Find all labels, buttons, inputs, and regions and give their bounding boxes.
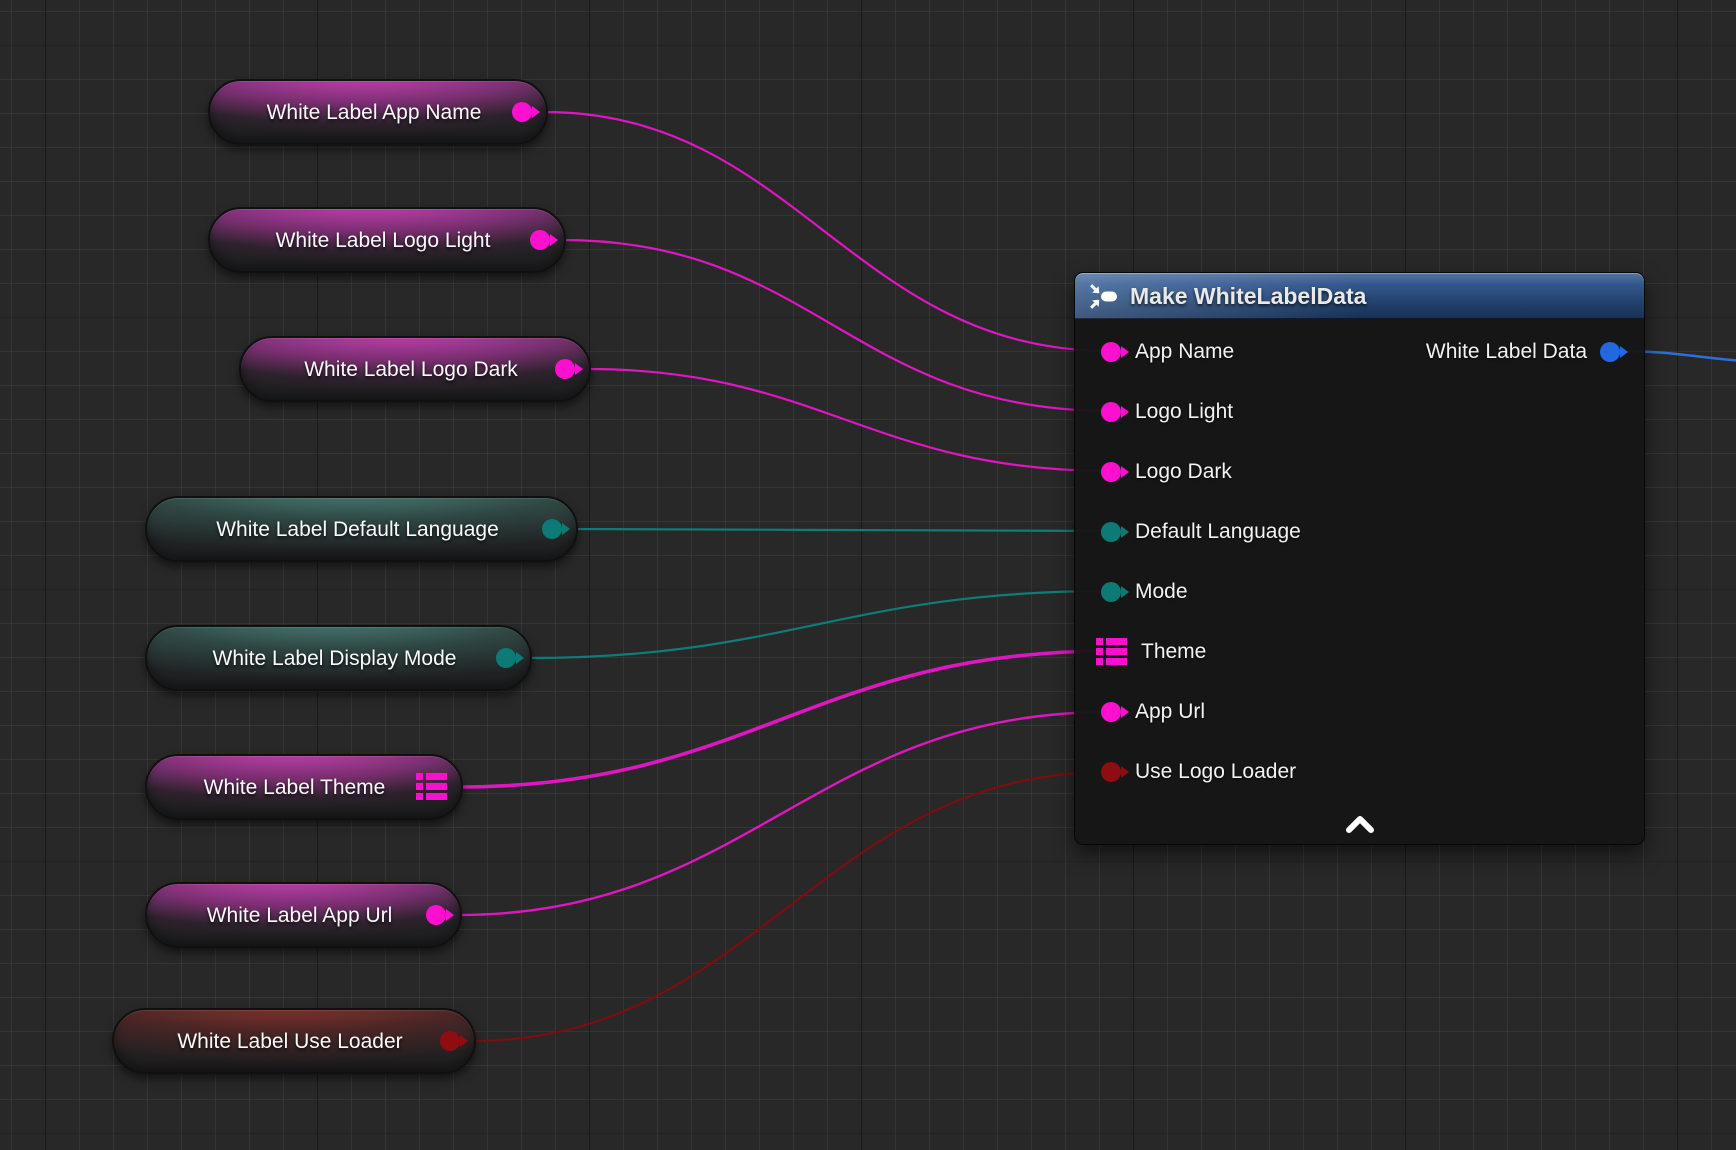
output-pin[interactable] xyxy=(512,102,532,122)
variable-node-default-language[interactable]: White Label Default Language xyxy=(145,496,578,562)
pin-label: White Label Data xyxy=(1426,340,1587,364)
pin-label: Use Logo Loader xyxy=(1135,760,1296,784)
make-whitelabeldata-node[interactable]: Make WhiteLabelData App Name Logo Light … xyxy=(1074,272,1645,845)
wire-use-loader[interactable] xyxy=(472,772,1110,1041)
input-pin[interactable] xyxy=(1101,462,1121,482)
pin-row-app-url: App Url xyxy=(1075,682,1644,742)
make-struct-icon xyxy=(1088,283,1119,310)
pin-label: Default Language xyxy=(1135,520,1301,544)
node-label: White Label Default Language xyxy=(173,519,542,540)
wire-app-url[interactable] xyxy=(458,712,1110,915)
node-label: White Label App Url xyxy=(173,905,426,926)
variable-node-display-mode[interactable]: White Label Display Mode xyxy=(145,625,532,691)
struct-grid-icon[interactable] xyxy=(416,773,447,801)
output-pin[interactable] xyxy=(530,230,550,250)
variable-node-app-url[interactable]: White Label App Url xyxy=(145,882,462,948)
variable-node-logo-light[interactable]: White Label Logo Light xyxy=(208,207,566,273)
wire-logo-dark[interactable] xyxy=(587,369,1110,471)
pin-label: App Url xyxy=(1135,700,1205,724)
variable-node-use-loader[interactable]: White Label Use Loader xyxy=(112,1008,476,1074)
wire-logo-light[interactable] xyxy=(562,240,1110,411)
input-pin[interactable] xyxy=(1101,522,1121,542)
graph-canvas[interactable]: White Label App Name White Label Logo Li… xyxy=(0,0,1736,1150)
node-label: White Label Theme xyxy=(173,777,416,798)
pin-row-use-logo-loader: Use Logo Loader xyxy=(1075,742,1644,802)
variable-node-theme[interactable]: White Label Theme xyxy=(145,754,463,820)
variable-node-app-name[interactable]: White Label App Name xyxy=(208,79,548,145)
node-title: Make WhiteLabelData xyxy=(1130,283,1366,310)
node-label: White Label Use Loader xyxy=(140,1031,440,1052)
node-header[interactable]: Make WhiteLabelData xyxy=(1075,273,1644,319)
variable-node-logo-dark[interactable]: White Label Logo Dark xyxy=(239,336,591,402)
input-pin[interactable] xyxy=(1101,762,1121,782)
pin-row-white-label-data: White Label Data xyxy=(1426,322,1620,382)
pin-row-default-language: Default Language xyxy=(1075,502,1644,562)
pin-row-mode: Mode xyxy=(1075,562,1644,622)
output-pin[interactable] xyxy=(555,359,575,379)
pin-label: Logo Light xyxy=(1135,400,1233,424)
pin-label: Mode xyxy=(1135,580,1188,604)
output-pin[interactable] xyxy=(496,648,516,668)
wire-app-name[interactable] xyxy=(544,112,1110,351)
output-pin[interactable] xyxy=(426,905,446,925)
input-pin[interactable] xyxy=(1101,342,1121,362)
node-label: White Label Logo Dark xyxy=(267,359,555,380)
pin-label: Logo Dark xyxy=(1135,460,1232,484)
pin-rows: App Name Logo Light Logo Dark Default La… xyxy=(1075,319,1644,802)
pin-row-logo-dark: Logo Dark xyxy=(1075,442,1644,502)
node-label: White Label Logo Light xyxy=(236,230,530,251)
output-pin[interactable] xyxy=(440,1031,460,1051)
pin-label: Theme xyxy=(1141,640,1206,664)
white-label-data-output-pin[interactable] xyxy=(1600,342,1620,362)
pin-label: App Name xyxy=(1135,340,1234,364)
chevron-up-icon[interactable] xyxy=(1343,814,1377,836)
input-pin[interactable] xyxy=(1101,402,1121,422)
wire-default-language[interactable] xyxy=(574,529,1110,531)
pin-row-logo-light: Logo Light xyxy=(1075,382,1644,442)
input-pin[interactable] xyxy=(1101,702,1121,722)
node-label: White Label App Name xyxy=(236,102,512,123)
wire-display-mode[interactable] xyxy=(528,591,1110,658)
output-pin[interactable] xyxy=(542,519,562,539)
input-pin[interactable] xyxy=(1101,582,1121,602)
struct-grid-icon[interactable] xyxy=(1096,638,1127,666)
node-label: White Label Display Mode xyxy=(173,648,496,669)
pin-row-theme: Theme xyxy=(1075,622,1644,682)
